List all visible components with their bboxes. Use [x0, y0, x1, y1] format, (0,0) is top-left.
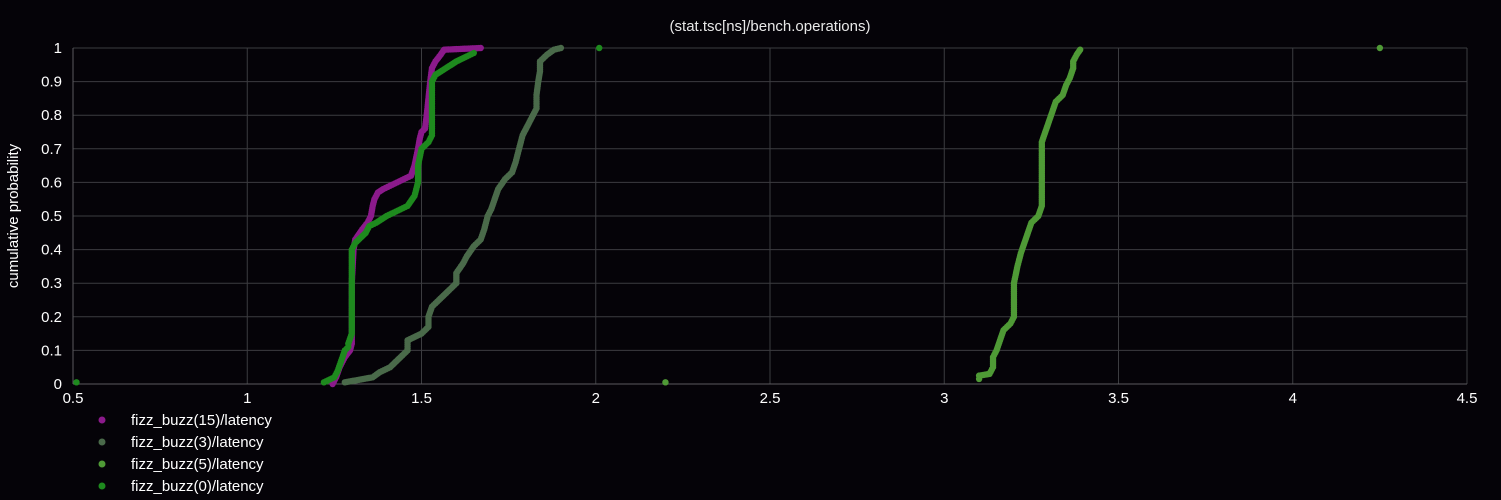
x-tick-label: 3.5	[1108, 390, 1129, 407]
legend-label: fizz_buzz(15)/latency	[131, 412, 272, 429]
legend-item: fizz_buzz(5)/latency	[98, 456, 264, 473]
chart-title: (stat.tsc[ns]/bench.operations)	[670, 18, 871, 35]
data-point	[557, 44, 565, 52]
data-point	[470, 49, 477, 57]
y-axis-label: cumulative probability	[5, 143, 22, 288]
legend-item: fizz_buzz(0)/latency	[98, 478, 264, 495]
y-tick-label: 1	[54, 40, 62, 57]
x-tick-label: 3	[940, 390, 948, 407]
legend-item: fizz_buzz(3)/latency	[98, 434, 264, 451]
y-tick-label: 0.4	[41, 242, 62, 259]
legend-label: fizz_buzz(5)/latency	[131, 456, 264, 473]
series-3	[73, 44, 603, 386]
y-tick-label: 0.5	[41, 208, 62, 225]
y-tick-label: 0.6	[41, 174, 62, 191]
y-tick-label: 0	[54, 376, 62, 393]
cdf-scatter-plot: (stat.tsc[ns]/bench.operations) cumulati…	[5, 18, 1477, 495]
x-tick-label: 2	[592, 390, 600, 407]
y-tick-label: 0.9	[41, 74, 62, 91]
data-point	[1076, 46, 1084, 53]
tick-labels: 0.5 1 1.5 2 2.5 3 3.5 4 4.5 0 0.1 0.2 0.3 0.4 0.5 0.6 0.…	[41, 40, 1477, 407]
y-tick-label: 0.2	[41, 309, 62, 326]
series-1	[341, 44, 565, 386]
legend-label: fizz_buzz(3)/latency	[131, 434, 264, 451]
legend-marker	[98, 438, 106, 446]
legend-label: fizz_buzz(0)/latency	[131, 478, 264, 495]
data-point	[1376, 44, 1384, 52]
y-tick-label: 0.1	[41, 342, 62, 359]
x-tick-label: 1	[243, 390, 251, 407]
grid	[72, 47, 1468, 385]
y-tick-label: 0.3	[41, 275, 62, 292]
data-point	[73, 379, 80, 386]
x-tick-label: 4	[1289, 390, 1297, 407]
x-tick-label: 2.5	[760, 390, 781, 407]
data-point	[662, 379, 669, 386]
x-tick-label: 1.5	[411, 390, 432, 407]
y-tick-label: 0.8	[41, 107, 62, 124]
legend: fizz_buzz(15)/latency fizz_buzz(3)/latenc…	[98, 412, 272, 495]
legend-marker	[98, 416, 106, 424]
chart: (stat.tsc[ns]/bench.operations) cumulati…	[0, 0, 1501, 500]
x-tick-label: 4.5	[1457, 390, 1478, 407]
legend-marker	[98, 482, 106, 490]
legend-marker	[98, 460, 106, 468]
data-point	[596, 44, 603, 52]
y-tick-label: 0.7	[41, 141, 62, 158]
legend-item: fizz_buzz(15)/latency	[98, 412, 272, 429]
x-tick-label: 0.5	[63, 390, 84, 407]
data-point	[477, 44, 484, 52]
